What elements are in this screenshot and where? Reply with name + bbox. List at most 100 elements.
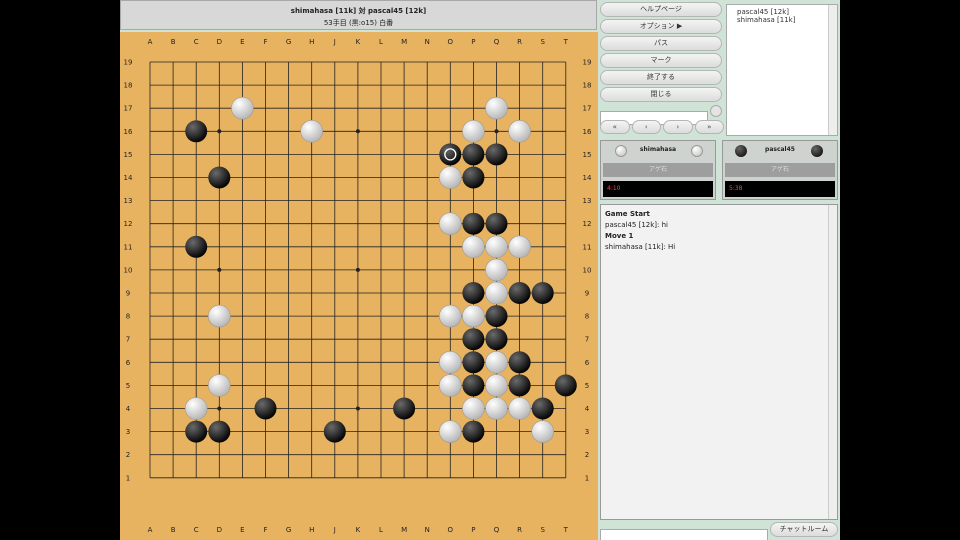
column-label: P [471, 38, 475, 46]
row-label: 6 [126, 359, 131, 367]
column-label: S [540, 526, 545, 534]
black-stone [462, 328, 485, 351]
white-stone [438, 420, 462, 443]
star-point [355, 267, 360, 272]
black-stone [462, 420, 485, 443]
white-stone [462, 235, 485, 259]
log-scrollbar[interactable] [828, 205, 837, 519]
help-button[interactable]: ヘルプページ [600, 2, 722, 17]
white-stone [208, 304, 231, 328]
go-board[interactable]: A A B B C C D D E E F F G G H H J J K K L L M M N N O O P P Q Q R R S S T T 19… [120, 32, 598, 540]
white-captures: アゲ石 [603, 163, 713, 177]
white-stone [231, 96, 254, 120]
column-label: O [448, 38, 454, 46]
move-status: 53手目 (黒:o15) 白番 [323, 19, 394, 27]
white-stone [485, 96, 508, 120]
column-label: S [540, 38, 545, 46]
row-label: 10 [124, 266, 133, 274]
black-captures: アゲ石 [725, 163, 835, 177]
row-label: 11 [583, 243, 592, 251]
game-title-bar: shimahasa [11k] 対 pascal45 [12k] 53手目 (黒… [120, 0, 597, 30]
log-line: Move 1 [605, 232, 634, 240]
column-label: Q [494, 38, 500, 46]
players-title: shimahasa [11k] 対 pascal45 [12k] [290, 7, 427, 15]
column-label: C [194, 38, 199, 46]
white-stone [485, 350, 508, 374]
row-label: 1 [585, 474, 589, 482]
chat-input[interactable] [600, 528, 768, 540]
black-stone [393, 397, 416, 420]
game-log[interactable]: Game Start pascal45 [12k]: hi Move 1 shi… [600, 204, 838, 520]
black-stone [439, 143, 462, 166]
star-point [217, 129, 222, 134]
row-label: 19 [124, 59, 133, 67]
column-label: K [356, 38, 361, 46]
star-point [217, 406, 222, 411]
nav-first-button[interactable]: « [600, 120, 630, 134]
players-list-scrollbar[interactable] [828, 5, 837, 135]
row-label: 9 [126, 290, 130, 298]
white-stone [462, 304, 485, 328]
white-stone [485, 397, 508, 420]
log-line: pascal45 [12k]: hi [605, 221, 668, 229]
finish-button[interactable]: 終了する [600, 70, 722, 85]
row-label: 19 [583, 59, 592, 67]
mark-button[interactable]: マーク [600, 53, 722, 68]
white-stone [531, 420, 555, 443]
row-label: 15 [583, 151, 592, 159]
black-stone [208, 166, 231, 189]
black-stone [185, 235, 208, 258]
column-label: M [401, 38, 407, 46]
options-button[interactable]: オプション ▶ [600, 19, 722, 34]
column-label: A [148, 38, 153, 46]
row-label: 12 [583, 220, 592, 228]
black-stone [208, 420, 231, 443]
black-stone [462, 166, 485, 189]
chat-room-button[interactable]: チャットルーム [770, 522, 838, 537]
row-label: 14 [583, 174, 592, 182]
column-label: E [240, 38, 244, 46]
players-list-item[interactable]: shimahasa [11k] [737, 16, 827, 24]
column-label: F [263, 526, 267, 534]
white-stone [438, 304, 462, 328]
column-label: N [425, 38, 430, 46]
column-label: A [148, 526, 153, 534]
row-label: 10 [583, 266, 592, 274]
column-label: M [401, 526, 407, 534]
players-list-item[interactable]: pascal45 [12k] [737, 8, 827, 16]
pass-button[interactable]: パス [600, 36, 722, 51]
row-label: 3 [126, 428, 130, 436]
column-label: H [309, 526, 314, 534]
column-label: J [333, 526, 336, 534]
nav-last-button[interactable]: » [694, 120, 724, 134]
black-stone [485, 143, 508, 166]
white-clock: 4:10 [603, 181, 713, 197]
row-label: 5 [126, 382, 130, 390]
black-stone [462, 282, 485, 304]
star-point [355, 406, 360, 411]
black-player-panel: pascal45 アゲ石 5:38 [722, 140, 838, 200]
column-label: D [217, 526, 222, 534]
row-label: 4 [126, 405, 131, 413]
column-label: K [356, 526, 361, 534]
players-list[interactable]: pascal45 [12k] shimahasa [11k] [726, 4, 838, 136]
nav-next-button[interactable]: › [663, 120, 693, 134]
column-label: L [379, 38, 383, 46]
submit-icon[interactable] [710, 105, 722, 117]
white-stone-icon [691, 145, 703, 157]
column-label: J [333, 38, 336, 46]
black-stone [485, 328, 508, 351]
black-stone [508, 374, 531, 397]
row-label: 9 [585, 290, 589, 298]
row-label: 12 [124, 220, 133, 228]
column-label: B [171, 38, 176, 46]
column-label: N [425, 526, 430, 534]
close-button[interactable]: 閉じる [600, 87, 722, 102]
white-player-panel: shimahasa アゲ石 4:10 [600, 140, 716, 200]
log-line: Game Start [605, 210, 650, 218]
white-stone [485, 258, 508, 282]
black-stone [462, 351, 485, 374]
board-svg[interactable]: AABBCCDDEEFFGGHHJJKKLLMMNNOOPPQQRRSSTT19… [120, 32, 598, 540]
row-label: 3 [585, 428, 589, 436]
nav-prev-button[interactable]: ‹ [631, 120, 661, 134]
